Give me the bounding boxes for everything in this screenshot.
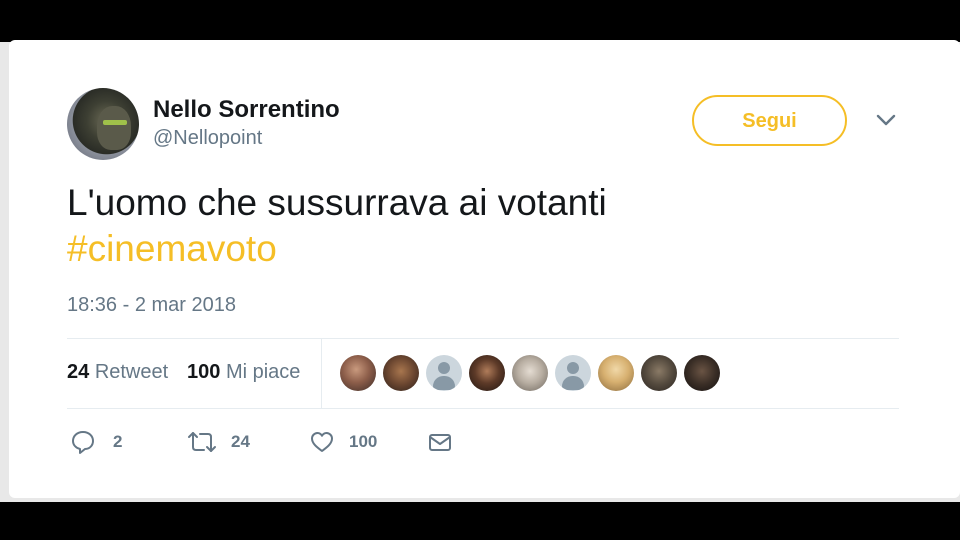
reply-icon	[72, 431, 94, 454]
retweet-stat[interactable]: 24 Retweet	[67, 361, 168, 384]
message-action[interactable]	[427, 429, 453, 455]
retweet-stat-count: 24	[67, 361, 90, 383]
divider	[67, 408, 899, 409]
like-action[interactable]: 100	[309, 429, 389, 455]
default-avatar-head	[567, 362, 579, 374]
author-name[interactable]: Nello Sorrentino	[153, 96, 340, 124]
chevron-down-icon[interactable]	[875, 112, 897, 128]
liker-avatar[interactable]	[555, 355, 591, 391]
default-avatar-head	[438, 362, 450, 374]
avatar-glasses	[103, 120, 127, 125]
liker-avatar[interactable]	[340, 355, 376, 391]
tweet-text: L'uomo che sussurrava ai votanti	[67, 182, 607, 223]
liker-avatar[interactable]	[641, 355, 677, 391]
tweet-timestamp[interactable]: 18:36 - 2 mar 2018	[67, 294, 236, 317]
default-avatar-body	[433, 376, 455, 390]
liker-avatar[interactable]	[684, 355, 720, 391]
reply-action[interactable]: 2	[70, 429, 130, 455]
retweet-action[interactable]: 24	[187, 429, 267, 455]
likes-stat-count: 100	[187, 361, 221, 383]
divider-vertical	[321, 338, 322, 408]
author-handle[interactable]: @Nellopoint	[153, 127, 262, 150]
retweet-count: 24	[231, 432, 250, 451]
tweet-card: Nello Sorrentino @Nellopoint Segui L'uom…	[9, 40, 960, 498]
liker-avatar[interactable]	[426, 355, 462, 391]
like-count: 100	[349, 432, 378, 451]
default-avatar-body	[562, 376, 584, 390]
message-icon	[429, 434, 451, 451]
liker-avatar[interactable]	[598, 355, 634, 391]
retweet-icon	[188, 432, 216, 452]
avatar-face	[97, 106, 131, 150]
follow-button[interactable]: Segui	[692, 95, 847, 146]
retweet-stat-label: Retweet	[94, 361, 169, 383]
liker-avatar[interactable]	[469, 355, 505, 391]
divider	[67, 338, 899, 339]
reply-count: 2	[113, 432, 123, 451]
likes-stat[interactable]: 100 Mi piace	[187, 361, 300, 384]
heart-icon	[311, 432, 333, 452]
liker-avatar[interactable]	[512, 355, 548, 391]
author-avatar[interactable]	[67, 88, 139, 160]
liker-avatar[interactable]	[383, 355, 419, 391]
likes-stat-label: Mi piace	[225, 361, 301, 383]
hashtag-link[interactable]: #cinemavoto	[67, 227, 277, 271]
